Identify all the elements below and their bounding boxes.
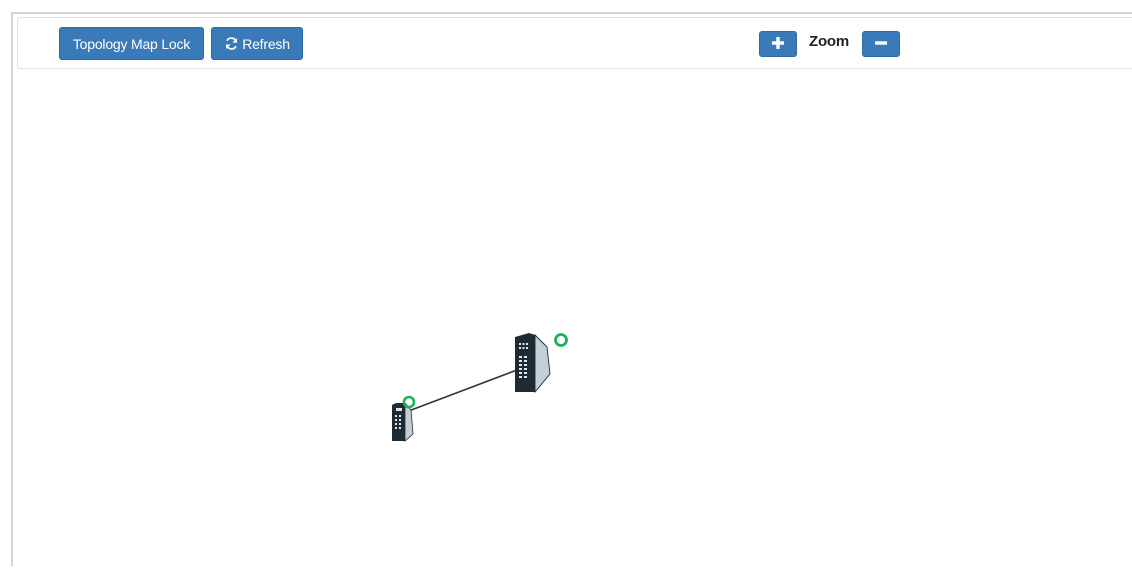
switch-large-status-icon: [554, 333, 568, 347]
switch-large-device-icon[interactable]: [515, 333, 551, 394]
switch-small-status-icon: [402, 395, 416, 409]
topology-map-lock-button[interactable]: Topology Map Lock: [59, 27, 204, 60]
refresh-icon: [224, 36, 239, 51]
refresh-label: Refresh: [242, 35, 290, 52]
zoom-out-button[interactable]: [862, 31, 900, 57]
topology-map-canvas[interactable]: [13, 70, 1132, 566]
minus-icon: [874, 36, 888, 53]
refresh-button[interactable]: Refresh: [211, 27, 303, 60]
topology-map-lock-label: Topology Map Lock: [72, 35, 191, 52]
switch-small-device-icon[interactable]: [392, 401, 414, 442]
plus-icon: [771, 36, 785, 53]
topology-link[interactable]: [405, 369, 518, 413]
zoom-label: Zoom: [809, 33, 850, 50]
zoom-in-button[interactable]: [759, 31, 797, 57]
